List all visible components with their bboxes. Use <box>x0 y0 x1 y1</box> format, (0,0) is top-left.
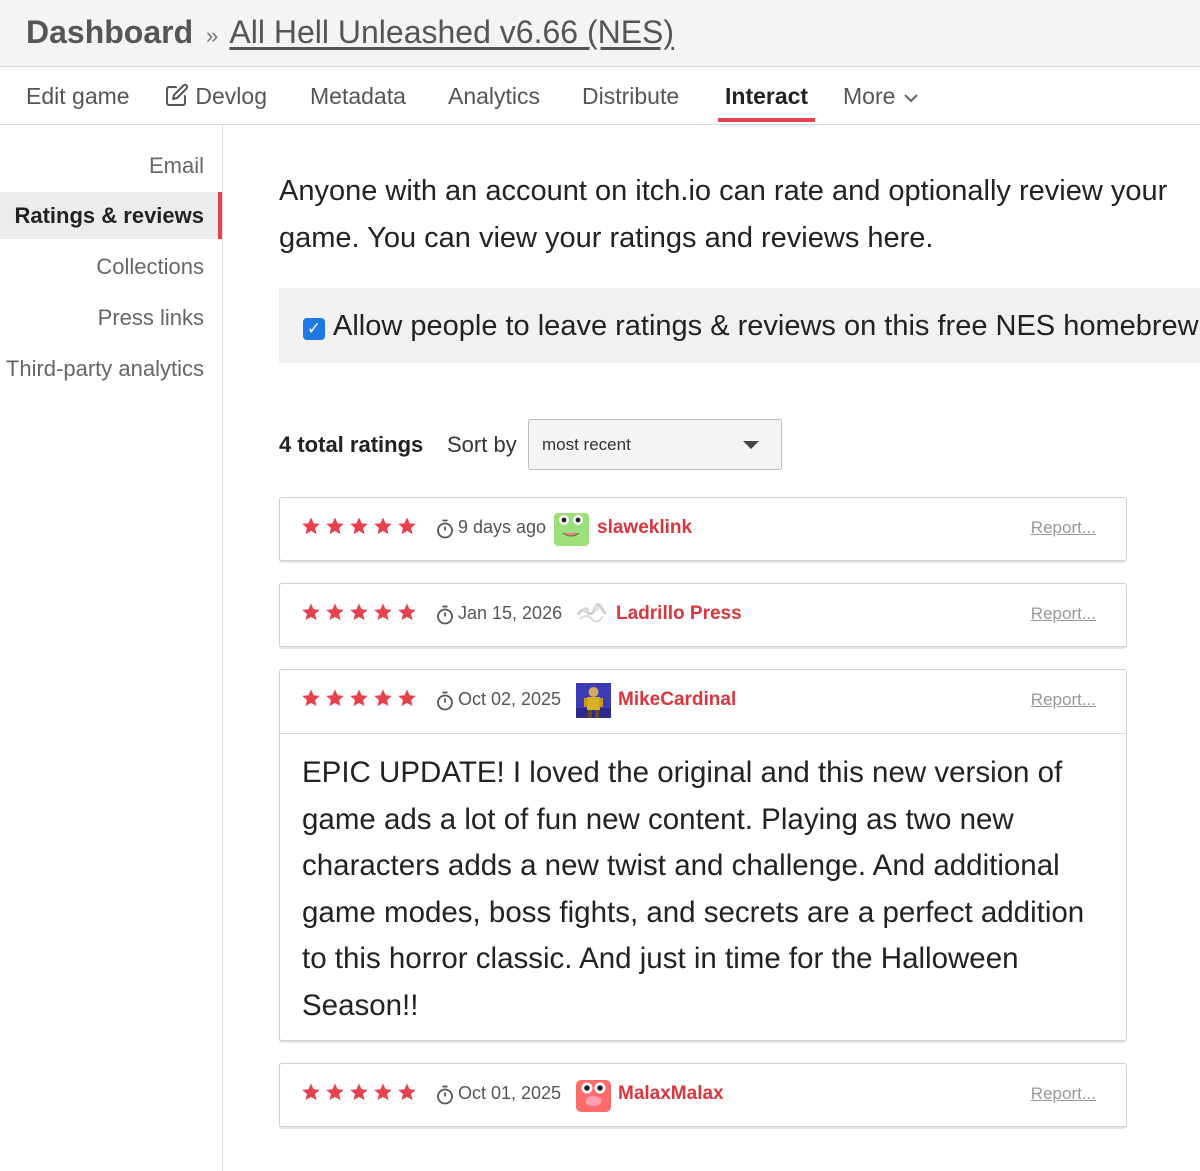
rating-card-header: Jan 15, 2026 Ladrillo Press Report... <box>280 584 1126 646</box>
star-icon <box>373 602 393 622</box>
star-icon <box>325 688 345 708</box>
rating-username[interactable]: MikeCardinal <box>618 689 736 711</box>
star-icon <box>349 516 369 536</box>
sidebar-item-third-party-analytics[interactable]: Third-party analytics <box>6 356 204 382</box>
clock-icon <box>436 691 454 711</box>
tab-devlog[interactable]: Devlog <box>165 83 267 110</box>
allow-ratings-checkbox[interactable]: ✓ <box>303 318 325 340</box>
clock-icon <box>436 605 454 625</box>
rating-card: Oct 02, 2025 MikeCardinal Report... EPIC… <box>279 669 1127 1041</box>
avatar[interactable] <box>554 511 589 546</box>
star-icon <box>301 1082 321 1102</box>
star-icon <box>325 602 345 622</box>
sidebar-item-collections[interactable]: Collections <box>96 254 204 280</box>
intro-text: Anyone with an account on itch.io can ra… <box>279 168 1200 262</box>
allow-ratings-box: ✓ Allow people to leave ratings & review… <box>279 288 1200 363</box>
avatar[interactable] <box>576 683 611 718</box>
report-link[interactable]: Report... <box>1031 690 1096 710</box>
tab-analytics[interactable]: Analytics <box>448 83 540 110</box>
clock-icon <box>436 519 454 539</box>
star-icon <box>325 516 345 536</box>
avatar[interactable] <box>574 597 609 632</box>
star-icon <box>373 688 393 708</box>
rating-card: Jan 15, 2026 Ladrillo Press Report... <box>279 583 1127 647</box>
sidebar-item-press-links[interactable]: Press links <box>98 305 204 331</box>
star-rating <box>301 602 417 626</box>
avatar[interactable] <box>576 1077 611 1112</box>
review-line: to this horror classic. And just in time… <box>302 942 1019 976</box>
review-line: EPIC UPDATE! I loved the original and th… <box>302 756 1063 789</box>
star-rating <box>301 1082 417 1106</box>
review-line: Season!! <box>302 988 419 1022</box>
rating-date: 9 days ago <box>458 517 547 537</box>
breadcrumb-game-link[interactable]: All Hell Unleashed v6.66 (NES) <box>229 14 674 50</box>
sidebar-item-ratings-reviews[interactable]: Ratings & reviews <box>14 203 204 229</box>
star-icon <box>373 1082 393 1102</box>
star-icon <box>301 688 321 708</box>
rating-username[interactable]: slaweklink <box>597 517 692 539</box>
rating-date: Jan 15, 2026 <box>458 603 563 623</box>
rating-username[interactable]: MalaxMalax <box>618 1083 724 1105</box>
report-link[interactable]: Report... <box>1031 604 1096 624</box>
rating-card: Oct 01, 2025 MalaxMalax Report... <box>279 1063 1127 1127</box>
review-line: game ads a lot of fun new content. Playi… <box>302 802 1014 836</box>
tab-distribute[interactable]: Distribute <box>582 83 679 110</box>
rating-username[interactable]: Ladrillo Press <box>616 603 742 625</box>
chevron-down-icon <box>904 94 918 103</box>
rating-card: 9 days ago slaweklink Report... <box>279 497 1127 561</box>
review-divider <box>280 733 1126 734</box>
review-line: characters adds a new twist and challeng… <box>302 849 1060 883</box>
tab-edit-game[interactable]: Edit game <box>26 83 130 110</box>
clock-icon <box>436 1085 454 1105</box>
sort-by-label: Sort by <box>447 432 517 457</box>
star-icon <box>349 688 369 708</box>
star-icon <box>301 602 321 622</box>
tab-more[interactable]: More <box>843 83 920 110</box>
tab-metadata[interactable]: Metadata <box>310 83 406 110</box>
top-header: Dashboard » All Hell Unleashed v6.66 (NE… <box>0 0 1200 67</box>
edit-icon <box>166 83 189 106</box>
intro-line-2: game. You can view your ratings and revi… <box>279 222 934 254</box>
allow-ratings-label[interactable]: Allow people to leave ratings & reviews … <box>333 310 1199 343</box>
tab-devlog-label: Devlog <box>195 83 267 109</box>
review-text: EPIC UPDATE! I loved the original and th… <box>302 750 1102 1030</box>
star-icon <box>349 1082 369 1102</box>
tab-interact[interactable]: Interact <box>725 83 808 110</box>
star-rating <box>301 516 417 540</box>
sidebar-item-email[interactable]: Email <box>149 153 204 179</box>
rating-card-header: Oct 02, 2025 MikeCardinal Report... <box>280 670 1126 732</box>
star-icon <box>397 688 417 708</box>
star-icon <box>397 602 417 622</box>
review-line: game modes, boss fights, and secrets are… <box>302 895 1085 929</box>
report-link[interactable]: Report... <box>1031 1084 1096 1104</box>
intro-line-1: Anyone with an account on itch.io can ra… <box>279 175 1168 207</box>
rating-date: Oct 01, 2025 <box>458 1083 562 1103</box>
active-tab-indicator <box>718 118 815 122</box>
star-icon <box>397 1082 417 1102</box>
rating-card-header: Oct 01, 2025 MalaxMalax Report... <box>280 1064 1126 1126</box>
report-link[interactable]: Report... <box>1031 518 1096 538</box>
total-ratings: 4 total ratings <box>279 432 424 457</box>
tab-more-label: More <box>843 83 896 109</box>
breadcrumb: Dashboard » All Hell Unleashed v6.66 (NE… <box>26 14 674 51</box>
sidebar: Email Ratings & reviews Collections Pres… <box>0 125 223 1171</box>
star-icon <box>301 516 321 536</box>
rating-date: Oct 02, 2025 <box>458 689 562 709</box>
caret-down-icon <box>743 441 759 449</box>
star-rating <box>301 688 417 712</box>
rating-card-header: 9 days ago slaweklink Report... <box>280 498 1126 560</box>
game-nav-tabs: Edit game Devlog Metadata Analytics Dist… <box>0 67 1200 125</box>
star-icon <box>397 516 417 536</box>
star-icon <box>349 602 369 622</box>
breadcrumb-separator: » <box>206 23 219 48</box>
sort-select[interactable]: most recent <box>528 419 782 470</box>
star-icon <box>373 516 393 536</box>
star-icon <box>325 1082 345 1102</box>
breadcrumb-dashboard[interactable]: Dashboard <box>26 14 193 50</box>
sort-select-value: most recent <box>542 435 631 454</box>
